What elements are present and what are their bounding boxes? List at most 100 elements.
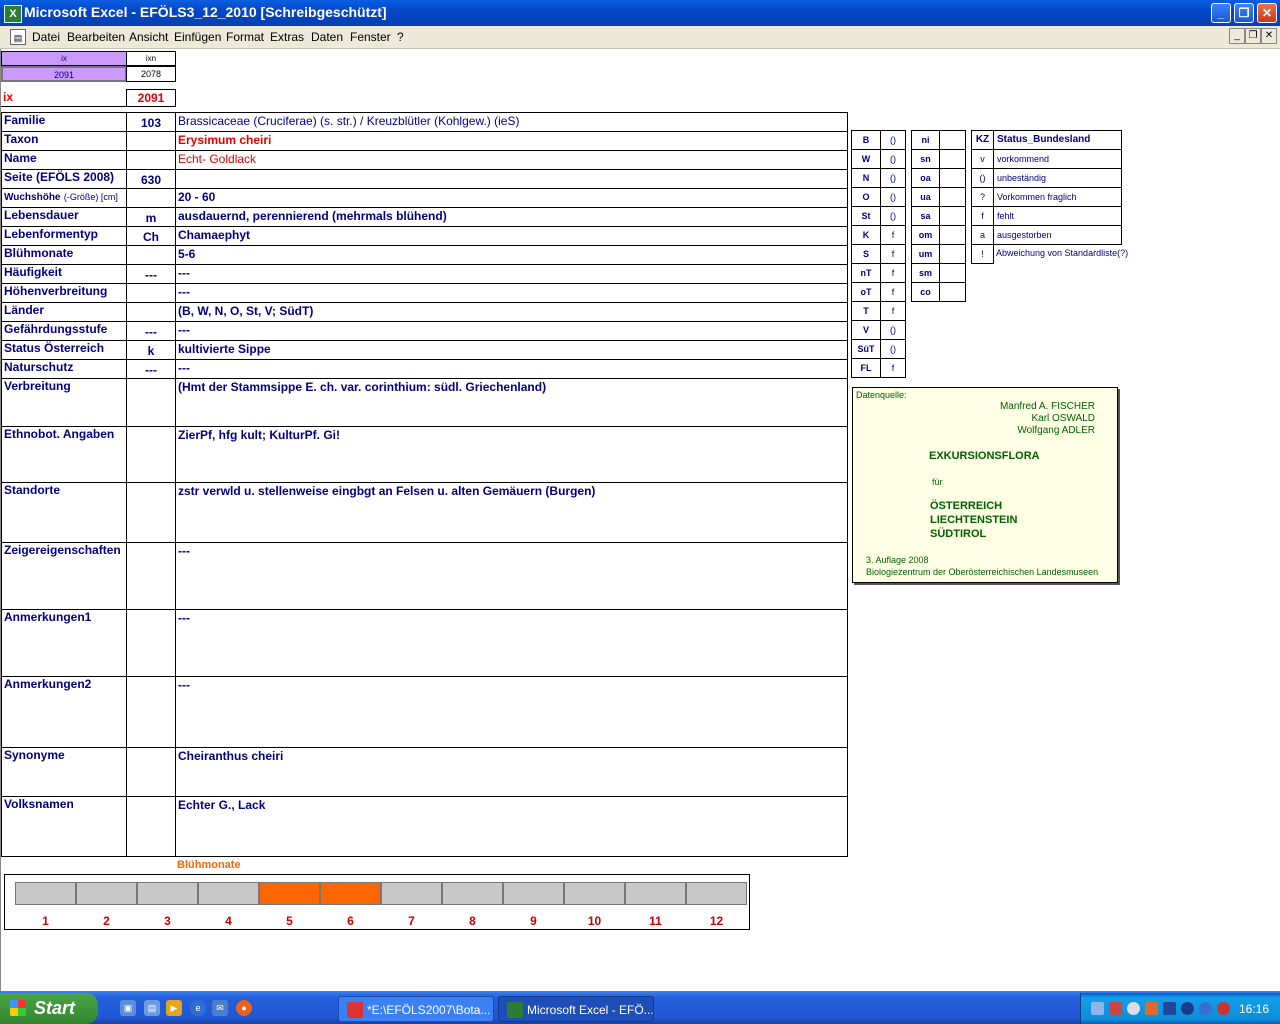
doc-minimize-button[interactable]: _ [1229,28,1245,44]
menu-fenster[interactable]: Fenster [350,30,391,44]
excel-app-icon[interactable]: X [4,5,22,23]
land-status[interactable]: () [880,130,906,150]
field-value[interactable]: (B, W, N, O, St, V; SüdT) [175,302,848,322]
hoehenstufe-value[interactable] [939,282,966,302]
restore-button[interactable]: ❐ [1234,3,1254,23]
field-code[interactable] [126,542,176,610]
field-code[interactable] [126,482,176,543]
field-value[interactable]: --- [175,264,848,284]
field-value[interactable]: Echter G., Lack [175,796,848,857]
start-button[interactable]: Start [0,993,98,1024]
land-status[interactable]: () [880,320,906,340]
land-status[interactable]: () [880,187,906,207]
field-code[interactable] [126,796,176,857]
shield-icon[interactable] [1163,1002,1176,1015]
menu-extras[interactable]: Extras [270,30,304,44]
land-status[interactable]: f [880,282,906,302]
land-status[interactable]: f [880,263,906,283]
field-code[interactable]: 103 [126,112,176,132]
land-status[interactable]: () [880,168,906,188]
minimize-button[interactable]: _ [1211,3,1231,23]
field-value[interactable]: zstr verwld u. stellenweise eingbgt an F… [175,482,848,543]
quicklaunch-desktop-icon[interactable]: ▣ [120,1000,136,1016]
menu-daten[interactable]: Daten [311,30,343,44]
quicklaunch-ie-icon[interactable]: e [190,1000,206,1016]
network-icon[interactable] [1091,1002,1104,1015]
field-code[interactable] [126,302,176,322]
hoehenstufe-value[interactable] [939,130,966,150]
field-value[interactable]: (Hmt der Stammsippe E. ch. var. corinthi… [175,378,848,427]
ix-value-cell[interactable]: 2091 [1,66,127,82]
field-code[interactable] [126,245,176,265]
field-value[interactable]: Erysimum cheiri [175,131,848,151]
field-value[interactable]: ausdauernd, perennierend (mehrmals blühe… [175,207,848,227]
menu-datei[interactable]: Datei [32,30,60,44]
menu-help[interactable]: ? [397,30,404,44]
hoehenstufe-value[interactable] [939,225,966,245]
field-code[interactable]: Ch [126,226,176,246]
field-code[interactable] [126,747,176,797]
field-value[interactable]: kultivierte Sippe [175,340,848,360]
field-code[interactable]: --- [126,321,176,341]
field-value[interactable]: Echt- Goldlack [175,150,848,170]
hoehenstufe-value[interactable] [939,168,966,188]
land-status[interactable]: f [880,244,906,264]
land-status[interactable]: f [880,301,906,321]
quicklaunch-explorer-icon[interactable]: ▤ [144,1000,160,1016]
taskbar-item-file[interactable]: *E:\EFÖLS2007\Bota... [338,996,494,1022]
field-code[interactable] [126,426,176,483]
audio-icon[interactable] [1181,1002,1194,1015]
field-value[interactable]: 20 - 60 [175,188,848,208]
quicklaunch-firefox-icon[interactable]: ● [236,1000,252,1016]
network-error-icon[interactable] [1109,1002,1122,1015]
field-value[interactable]: --- [175,542,848,610]
field-value[interactable]: --- [175,609,848,677]
menu-ansicht[interactable]: Ansicht [129,30,168,44]
menu-bearbeiten[interactable]: Bearbeiten [67,30,125,44]
quicklaunch-media-icon[interactable]: ▶ [166,1000,182,1016]
field-code[interactable] [126,131,176,151]
hoehenstufe-value[interactable] [939,244,966,264]
search-icon[interactable] [1127,1002,1140,1015]
hoehenstufe-value[interactable] [939,206,966,226]
field-code[interactable] [126,188,176,208]
taskbar-item-excel[interactable]: Microsoft Excel - EFÖ... [498,996,654,1022]
field-value[interactable]: Brassicaceae (Cruciferae) (s. str.) / Kr… [175,112,848,132]
field-code[interactable] [126,150,176,170]
field-value[interactable]: --- [175,676,848,748]
field-value[interactable] [175,169,848,189]
doc-restore-button[interactable]: ❐ [1245,28,1261,44]
quicklaunch-mail-icon[interactable]: ✉ [212,1000,228,1016]
land-status[interactable]: f [880,358,906,378]
land-status[interactable]: () [880,149,906,169]
field-code[interactable]: k [126,340,176,360]
ixn-value-cell[interactable]: 2078 [126,66,176,82]
menu-format[interactable]: Format [226,30,264,44]
hoehenstufe-value[interactable] [939,149,966,169]
field-code[interactable] [126,676,176,748]
field-value[interactable]: --- [175,321,848,341]
field-code[interactable] [126,283,176,303]
field-value[interactable]: --- [175,283,848,303]
hoehenstufe-value[interactable] [939,263,966,283]
hoehenstufe-value[interactable] [939,187,966,207]
field-code[interactable]: --- [126,264,176,284]
field-value[interactable]: ZierPf, hfg kult; KulturPf. Gi! [175,426,848,483]
field-code[interactable] [126,609,176,677]
land-status[interactable]: f [880,225,906,245]
field-value[interactable]: --- [175,359,848,379]
ix-value[interactable]: 2091 [126,89,176,107]
field-value[interactable]: Cheiranthus cheiri [175,747,848,797]
document-icon[interactable]: ▤ [10,29,26,45]
field-value[interactable]: Chamaephyt [175,226,848,246]
close-button[interactable]: ✕ [1257,3,1277,23]
field-value[interactable]: 5-6 [175,245,848,265]
menu-einfuegen[interactable]: Einfügen [174,30,221,44]
doc-close-button[interactable]: ✕ [1261,28,1277,44]
info-icon[interactable] [1199,1002,1212,1015]
antivirus-icon[interactable] [1217,1002,1230,1015]
land-status[interactable]: () [880,339,906,359]
field-code[interactable] [126,378,176,427]
security-icon[interactable] [1145,1002,1158,1015]
field-code[interactable]: 630 [126,169,176,189]
